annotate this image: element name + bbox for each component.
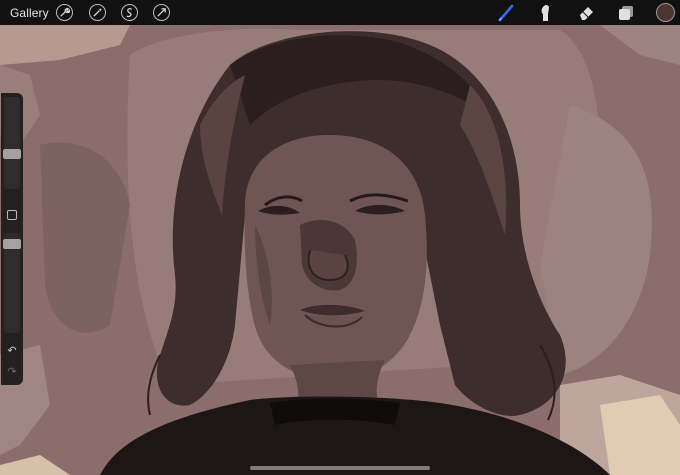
opacity-slider[interactable] — [3, 233, 21, 333]
brush-size-thumb[interactable] — [3, 149, 21, 159]
layers-icon[interactable] — [617, 3, 636, 22]
undo-icon[interactable]: ↶ — [5, 344, 19, 357]
gallery-button[interactable]: Gallery — [10, 6, 49, 20]
opacity-thumb[interactable] — [3, 239, 21, 249]
brush-icon[interactable] — [497, 3, 516, 22]
transform-icon[interactable] — [153, 4, 170, 21]
magic-wand-icon[interactable] — [89, 4, 106, 21]
home-indicator[interactable] — [250, 466, 430, 470]
wrench-icon[interactable] — [56, 4, 73, 21]
eraser-icon[interactable] — [577, 3, 596, 22]
smudge-icon[interactable] — [536, 3, 555, 22]
left-sidebar: ↶ ↷ — [1, 93, 23, 385]
redo-icon[interactable]: ↷ — [5, 365, 19, 378]
selection-icon[interactable] — [121, 4, 138, 21]
drawing-canvas[interactable] — [0, 25, 680, 475]
artwork — [0, 25, 680, 475]
square-modify-icon[interactable] — [7, 210, 17, 220]
color-picker-button[interactable] — [656, 3, 675, 22]
brush-size-slider[interactable] — [3, 97, 21, 189]
top-toolbar: Gallery — [0, 0, 680, 25]
